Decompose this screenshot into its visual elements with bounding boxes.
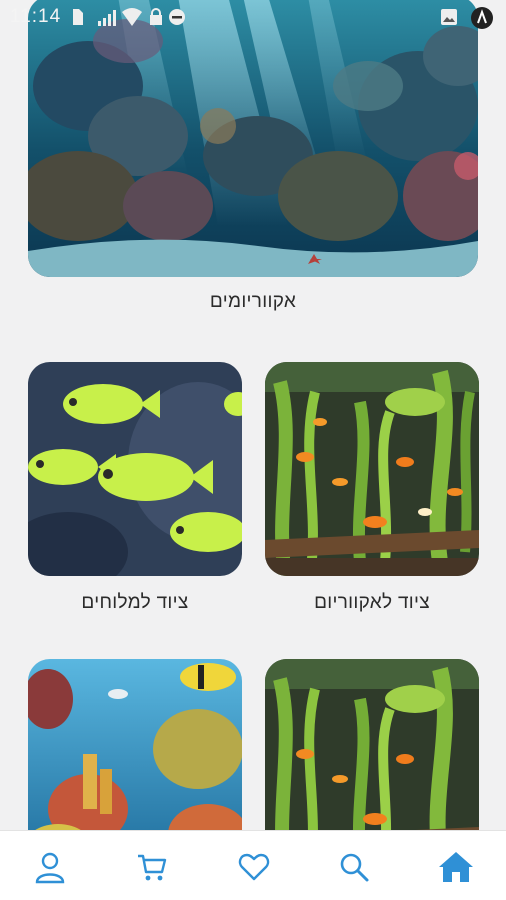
category-saltwater-equipment-label[interactable]: ציוד למלוחים [28,592,242,614]
app-notification-icon [470,6,494,35]
signal-icon [98,10,118,31]
home-button[interactable] [434,845,478,889]
status-bar: 11:14 [0,0,506,36]
cart-button[interactable] [130,845,174,889]
wifi-icon [122,8,142,31]
category-saltwater-equipment-image[interactable] [28,362,242,576]
search-button[interactable] [332,845,376,889]
do-not-disturb-icon [168,8,186,31]
favorites-button[interactable] [232,845,276,889]
heart-icon [238,853,270,881]
lock-icon [148,8,164,31]
cart-icon [138,854,167,881]
category-aquarium-equipment-label[interactable]: ציוד לאקווריום [265,592,479,614]
gallery-notification-icon [440,8,458,31]
profile-button[interactable] [28,845,72,889]
category-aquarium-equipment-image[interactable] [265,362,479,576]
status-time: 11:14 [10,6,62,27]
search-icon [340,853,369,882]
bottom-nav [0,830,506,900]
user-icon [35,852,65,884]
category-aquariums-image[interactable] [28,0,478,277]
home-icon [439,852,473,882]
category-aquariums-label[interactable]: אקווריומים [28,291,478,313]
sim-icon [70,8,84,31]
